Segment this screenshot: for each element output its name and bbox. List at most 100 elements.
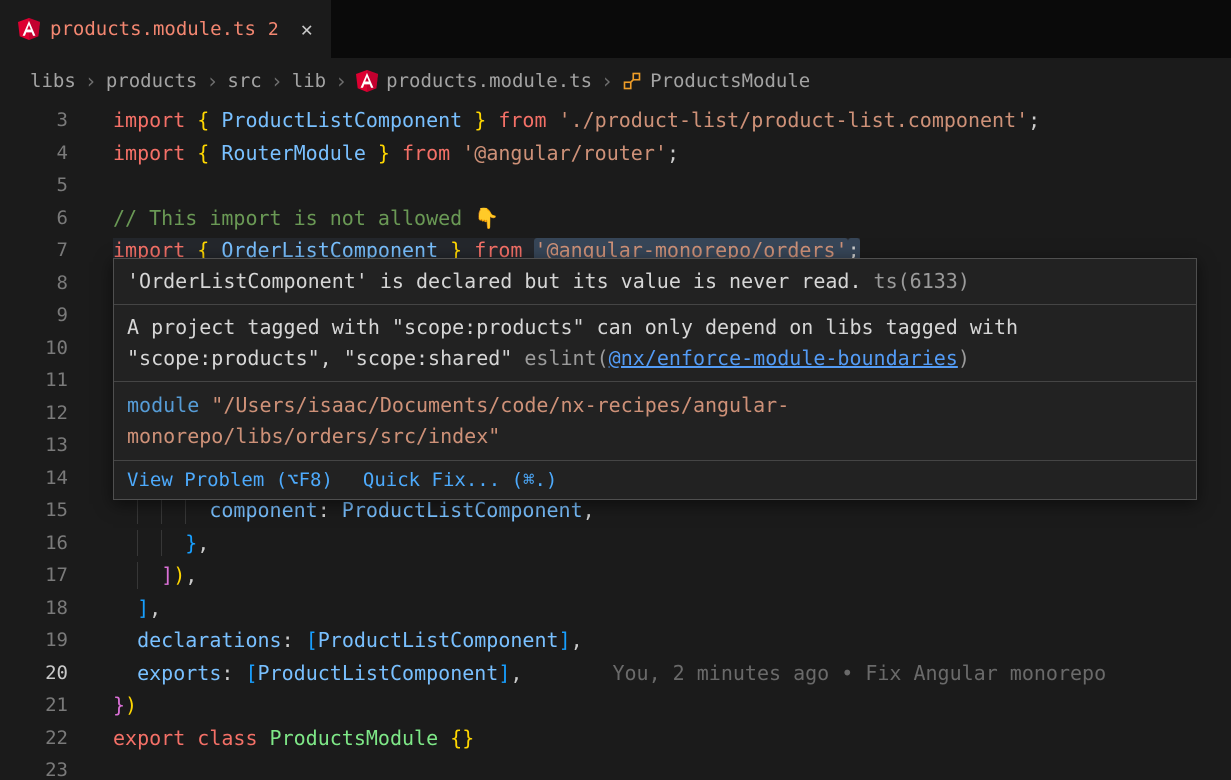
code-token: RouterModule (221, 141, 366, 165)
code-text: import { RouterModule } from '@angular/r… (113, 137, 679, 170)
hover-line: monorepo/libs/orders/src/index" (127, 421, 1183, 452)
line-number[interactable]: 20 (0, 657, 113, 690)
breadcrumb-item-lib[interactable]: lib (292, 70, 326, 92)
code-line-4[interactable]: 4import { RouterModule } from '@angular/… (0, 137, 1231, 170)
code-token: ] (161, 563, 173, 587)
code-line-21[interactable]: 21}) (0, 689, 1231, 722)
code-token: from (402, 141, 462, 165)
code-text: // This import is not allowed 👇 (113, 202, 499, 235)
code-token: ] (559, 628, 571, 652)
code-token: '@angular/router' (462, 141, 667, 165)
code-text: ]), (113, 559, 197, 592)
eslint-rule-link[interactable]: @nx/enforce-module-boundaries (609, 346, 958, 370)
quick-fix-action[interactable]: Quick Fix... (⌘.) (363, 466, 557, 494)
code-line-5[interactable]: 5 (0, 169, 1231, 202)
hover-section-message: A project tagged with "scope:products" c… (114, 304, 1196, 381)
line-number[interactable]: 15 (0, 494, 113, 527)
tab-problems-badge: 2 (268, 19, 279, 40)
angular-icon (18, 17, 40, 41)
breadcrumb-item-libs[interactable]: libs (30, 70, 76, 92)
code-token: component (209, 498, 317, 522)
code-text: }) (113, 689, 137, 722)
line-number[interactable]: 14 (0, 462, 113, 495)
line-number[interactable]: 13 (0, 429, 113, 462)
code-line-6[interactable]: 6// This import is not allowed 👇 (0, 202, 1231, 235)
breadcrumb-item-productsmodule[interactable]: ProductsModule (622, 70, 810, 92)
hover-text: module (127, 393, 211, 417)
line-number[interactable]: 6 (0, 202, 113, 235)
breadcrumb-separator-icon: › (206, 69, 218, 93)
line-number[interactable]: 7 (0, 234, 113, 267)
code-line-19[interactable]: 19 declarations: [ProductListComponent], (0, 624, 1231, 657)
breadcrumb: libs›products›src›lib› products.module.t… (0, 58, 1231, 104)
tab-products-module-ts[interactable]: products.module.ts 2 ✕ (0, 0, 331, 58)
line-number[interactable]: 11 (0, 364, 113, 397)
code-line-23[interactable]: 23 (0, 754, 1231, 780)
indent-guide (137, 497, 138, 524)
code-line-3[interactable]: 3import { ProductListComponent } from '.… (0, 104, 1231, 137)
line-number[interactable]: 12 (0, 397, 113, 430)
code-line-20[interactable]: 20 exports: [ProductListComponent],You, … (0, 657, 1231, 690)
line-number[interactable]: 21 (0, 689, 113, 722)
line-number[interactable]: 23 (0, 754, 113, 780)
breadcrumb-item-products[interactable]: products (106, 70, 198, 92)
code-line-18[interactable]: 18 ], (0, 592, 1231, 625)
line-number[interactable]: 17 (0, 559, 113, 592)
breadcrumb-separator-icon: › (271, 69, 283, 93)
breadcrumb-separator-icon: › (85, 69, 97, 93)
breadcrumb-label: lib (292, 70, 326, 92)
hover-text: "scope:products", "scope:shared" (127, 346, 524, 370)
code-line-17[interactable]: 17 ]), (0, 559, 1231, 592)
breadcrumb-label: products.module.ts (386, 70, 592, 92)
code-token: { (197, 108, 221, 132)
code-token: ProductListComponent (221, 108, 462, 132)
line-number[interactable]: 3 (0, 104, 113, 137)
line-number[interactable]: 4 (0, 137, 113, 170)
class-symbol-icon (622, 71, 642, 91)
close-icon[interactable]: ✕ (301, 17, 313, 41)
line-number[interactable]: 22 (0, 722, 113, 755)
code-token: , (583, 498, 595, 522)
hover-section-code: module "/Users/isaac/Documents/code/nx-r… (114, 381, 1196, 460)
breadcrumb-item-src[interactable]: src (227, 70, 261, 92)
code-token: } (113, 693, 125, 717)
view-problem-action[interactable]: View Problem (⌥F8) (127, 466, 333, 494)
code-line-22[interactable]: 22export class ProductsModule {} (0, 722, 1231, 755)
hover-text: ts(6133) (862, 269, 970, 293)
code-token: exports (137, 661, 221, 685)
line-number[interactable]: 5 (0, 169, 113, 202)
code-token: : (221, 661, 245, 685)
code-token: , (571, 628, 583, 652)
line-number[interactable]: 18 (0, 592, 113, 625)
line-number[interactable]: 8 (0, 267, 113, 300)
hover-text: "/Users/isaac/Documents/code/nx-recipes/… (211, 393, 789, 417)
code-token: } (462, 108, 498, 132)
code-token: ] (498, 661, 510, 685)
editor: 3import { ProductListComponent } from '.… (0, 104, 1231, 780)
code-token (113, 661, 137, 685)
tab-bar: products.module.ts 2 ✕ (0, 0, 1231, 58)
hover-text: A project tagged with "scope:products" c… (127, 315, 1018, 339)
hover-line: "scope:products", "scope:shared" eslint(… (127, 343, 1183, 374)
code-token: ; (667, 141, 679, 165)
code-line-16[interactable]: 16 }, (0, 527, 1231, 560)
line-number[interactable]: 19 (0, 624, 113, 657)
line-number[interactable]: 10 (0, 332, 113, 365)
indent-guide (185, 497, 186, 524)
breadcrumb-label: ProductsModule (650, 70, 810, 92)
code-token: [ (306, 628, 318, 652)
hover-line: 'OrderListComponent' is declared but its… (127, 266, 1183, 297)
code-token: ] (137, 596, 149, 620)
code-text: exports: [ProductListComponent],You, 2 m… (113, 657, 1106, 690)
code-token: {} (450, 726, 474, 750)
code-text: import { ProductListComponent } from './… (113, 104, 1040, 137)
line-number[interactable]: 9 (0, 299, 113, 332)
code-token: declarations (137, 628, 282, 652)
code-token: } (366, 141, 402, 165)
hover-line: A project tagged with "scope:products" c… (127, 312, 1183, 343)
code-token: , (510, 661, 522, 685)
tab-title: products.module.ts (50, 18, 256, 40)
breadcrumb-item-products-module-ts[interactable]: products.module.ts (356, 69, 592, 93)
line-number[interactable]: 16 (0, 527, 113, 560)
code-token: : (282, 628, 306, 652)
